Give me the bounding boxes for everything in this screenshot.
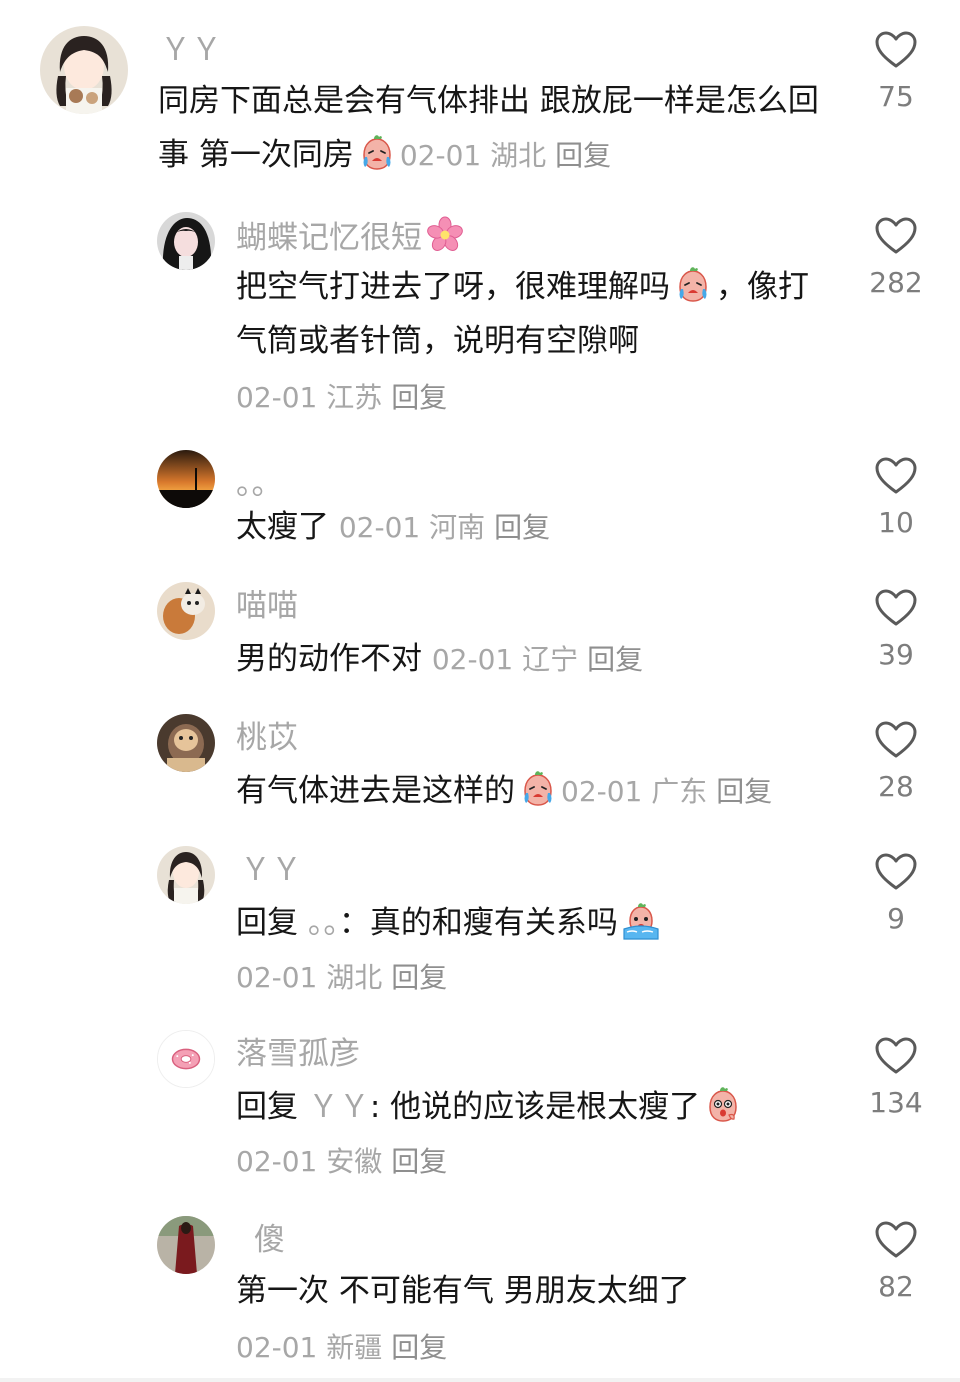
comment-date: 02-01 xyxy=(431,643,514,676)
reply-button[interactable]: 回复 xyxy=(391,961,447,994)
comment-date: 02-01 xyxy=(561,775,643,808)
avatar[interactable] xyxy=(157,1030,215,1088)
comment-text: 第一次 不可能有气 男朋友太细了 xyxy=(236,1264,836,1318)
comment-date: 02-01 xyxy=(338,511,421,544)
reply-button[interactable]: 回复 xyxy=(391,1331,447,1364)
cherry-blossom-emoji xyxy=(424,214,466,256)
comment-text-content: ：真的和瘦有关系吗 xyxy=(338,905,618,941)
heart-icon[interactable] xyxy=(874,30,918,70)
like-count: 82 xyxy=(878,1270,914,1303)
like-count: 10 xyxy=(878,506,914,539)
comment-location: 广东 xyxy=(651,775,708,808)
heart-icon[interactable] xyxy=(874,216,918,256)
comment-location: 新疆 xyxy=(326,1331,383,1364)
tearful-face-emoji xyxy=(620,899,662,941)
comment-text-content: 把空气打进去了呀，很难理解吗 xyxy=(236,269,670,305)
reply-button[interactable]: 回复 xyxy=(494,511,550,544)
username[interactable]: ＹＹ xyxy=(160,30,222,70)
heart-icon[interactable] xyxy=(874,456,918,496)
like-button[interactable]: 282 xyxy=(866,216,926,300)
heart-icon[interactable] xyxy=(874,720,918,760)
like-button[interactable]: 9 xyxy=(866,852,926,936)
crying-face-emoji xyxy=(672,263,714,305)
comment-text-content: 太瘦了 xyxy=(236,509,329,545)
comment-location: 湖北 xyxy=(490,139,547,172)
comment-text: 有气体进去是这样的 02-01 广东 回复 xyxy=(236,764,836,819)
comment-text: 回复 。。：真的和瘦有关系吗 xyxy=(236,896,836,950)
comment-location: 安徽 xyxy=(326,1145,383,1178)
username[interactable]: 蝴蝶记忆很短 xyxy=(236,214,468,258)
reply-prefix: 回复 xyxy=(236,1089,298,1125)
comment-location: 河南 xyxy=(429,511,486,544)
comment-location: 湖北 xyxy=(326,961,383,994)
comment-meta: 02-01 湖北 回复 xyxy=(400,139,611,172)
like-count: 9 xyxy=(887,902,905,935)
crying-face-emoji xyxy=(517,767,559,809)
like-count: 28 xyxy=(878,770,914,803)
comment-date: 02-01 xyxy=(236,381,318,414)
comment-meta: 02-01 河南 回复 xyxy=(339,511,550,544)
comment-text: 同房下面总是会有气体排出 跟放屁一样是怎么回事 第一次同房 02-01 湖北 回复 xyxy=(158,74,838,183)
reply-button[interactable]: 回复 xyxy=(391,1145,447,1178)
comment-date: 02-01 xyxy=(236,1331,318,1364)
avatar[interactable] xyxy=(157,714,215,772)
comment-date: 02-01 xyxy=(236,961,318,994)
comment-location: 江苏 xyxy=(326,381,383,414)
comment-meta: 02-01 广东 回复 xyxy=(561,775,772,808)
username[interactable]: 。。 xyxy=(236,464,283,504)
reply-prefix: 回复 xyxy=(236,905,298,941)
like-count: 75 xyxy=(878,80,914,113)
comment-text-content: : 他说的应该是根太瘦了 xyxy=(369,1089,701,1125)
reply-button[interactable]: 回复 xyxy=(391,381,447,414)
comment-date: 02-01 xyxy=(399,139,482,172)
crying-face-emoji xyxy=(356,131,398,173)
comment-text: 男的动作不对 02-01 辽宁 回复 xyxy=(236,632,836,687)
surprised-face-emoji xyxy=(702,1083,744,1125)
heart-icon[interactable] xyxy=(874,1220,918,1260)
like-count: 39 xyxy=(878,638,914,671)
bottom-divider xyxy=(0,1378,960,1382)
username[interactable]: 傻 xyxy=(254,1220,285,1260)
comment-text-content: 有气体进去是这样的 xyxy=(236,773,515,809)
like-button[interactable]: 28 xyxy=(866,720,926,804)
comment-text: 太瘦了 02-01 河南 回复 xyxy=(236,500,836,555)
comment-text-content: 男的动作不对 xyxy=(236,641,422,677)
reply-button[interactable]: 回复 xyxy=(587,643,643,676)
comment-text: 把空气打进去了呀，很难理解吗 ，像打气筒或者针筒，说明有空隙啊 xyxy=(236,260,836,368)
username[interactable]: ＹＹ xyxy=(240,850,302,890)
like-button[interactable]: 10 xyxy=(866,456,926,540)
comment-meta: 02-01 江苏 回复 xyxy=(236,378,447,418)
heart-icon[interactable] xyxy=(874,588,918,628)
reply-to-username[interactable]: 。。 xyxy=(308,905,339,941)
comment-meta: 02-01 湖北 回复 xyxy=(236,958,447,998)
comment-meta: 02-01 安徽 回复 xyxy=(236,1142,447,1182)
avatar[interactable] xyxy=(157,846,215,904)
reply-to-username[interactable]: ＹＹ xyxy=(308,1089,370,1125)
username-text[interactable]: 蝴蝶记忆很短 xyxy=(236,220,422,256)
comment-text: 回复 ＹＹ: 他说的应该是根太瘦了 xyxy=(236,1080,836,1134)
username[interactable]: 喵喵 xyxy=(236,586,298,626)
like-count: 134 xyxy=(869,1086,923,1119)
avatar[interactable] xyxy=(157,212,215,270)
like-button[interactable]: 82 xyxy=(866,1220,926,1304)
avatar[interactable] xyxy=(40,26,128,114)
avatar[interactable] xyxy=(157,1216,215,1274)
comment-location: 辽宁 xyxy=(522,643,579,676)
like-button[interactable]: 39 xyxy=(866,588,926,672)
like-button[interactable]: 75 xyxy=(866,30,926,114)
comment-text-content: 第一次 不可能有气 男朋友太细了 xyxy=(236,1273,690,1309)
avatar[interactable] xyxy=(157,450,215,508)
reply-button[interactable]: 回复 xyxy=(716,775,772,808)
comment-meta: 02-01 辽宁 回复 xyxy=(432,643,643,676)
heart-icon[interactable] xyxy=(874,1036,918,1076)
like-button[interactable]: 134 xyxy=(866,1036,926,1120)
comment-meta: 02-01 新疆 回复 xyxy=(236,1328,447,1368)
reply-button[interactable]: 回复 xyxy=(555,139,611,172)
username[interactable]: 桃苡 xyxy=(236,718,298,758)
heart-icon[interactable] xyxy=(874,852,918,892)
avatar[interactable] xyxy=(157,582,215,640)
username[interactable]: 落雪孤彦 xyxy=(236,1034,360,1074)
like-count: 282 xyxy=(869,266,923,299)
comment-date: 02-01 xyxy=(236,1145,318,1178)
